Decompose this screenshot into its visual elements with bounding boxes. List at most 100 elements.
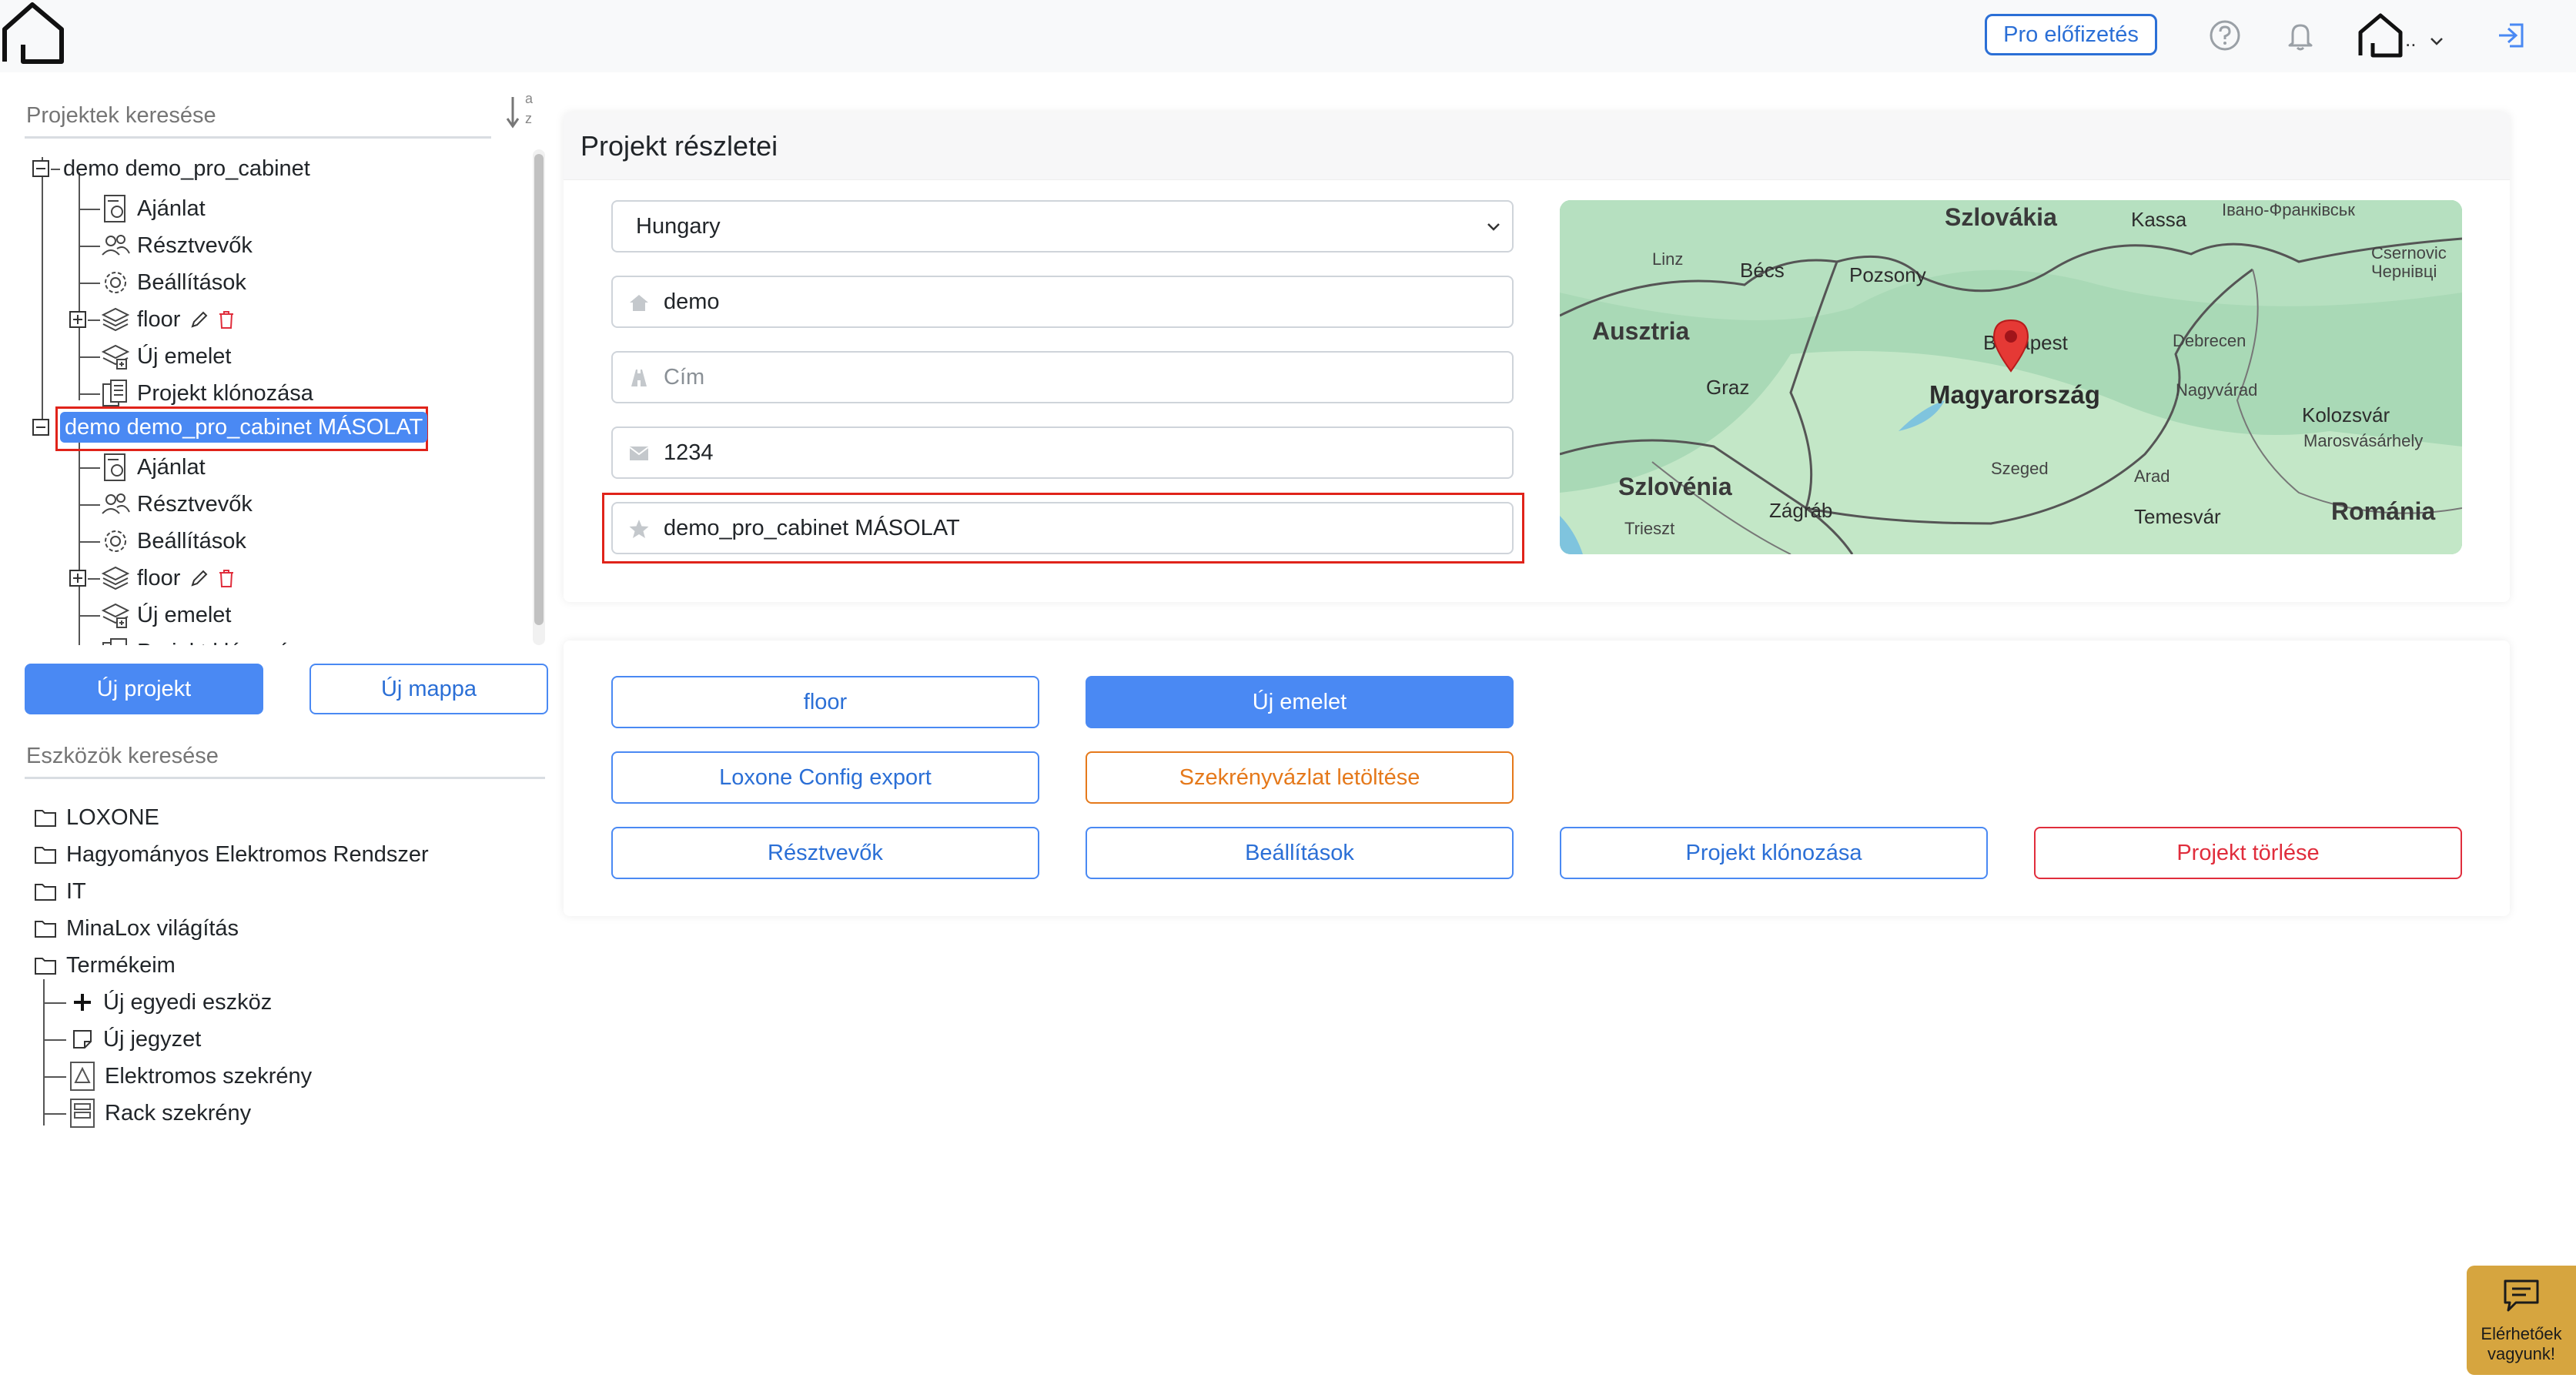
tree-participants-2[interactable]: Résztvevők xyxy=(100,489,253,520)
map-label-slovenia: Szlovénia xyxy=(1618,473,1732,500)
folder-my-products[interactable]: Termékeim xyxy=(34,950,176,981)
pro-subscription-button[interactable]: Pro előfizetés xyxy=(1985,14,2157,55)
home-icon xyxy=(630,295,648,311)
location-map[interactable]: Szlovákia Kassa Івано-Франківськ Linz Bé… xyxy=(1560,200,2462,554)
tree-project-1[interactable]: demo demo_pro_cabinet xyxy=(63,153,310,184)
new-floor-label: Új emelet xyxy=(137,603,232,627)
map-label-kassa: Kassa xyxy=(2131,208,2187,231)
tree-new-floor-2[interactable]: Új emelet xyxy=(100,600,232,630)
folder-icon xyxy=(35,884,56,901)
edit-pencil-icon[interactable] xyxy=(189,309,209,329)
country-select[interactable]: Hungary xyxy=(611,200,1514,253)
participants-label: Résztvevők xyxy=(137,233,253,258)
project-tree[interactable]: demo demo_pro_cabinet Ajánlat Résztvevők… xyxy=(25,149,545,645)
map-label-austria: Ausztria xyxy=(1592,317,1690,345)
gear-icon xyxy=(105,530,126,552)
new-device-label: Új egyedi eszköz xyxy=(103,990,273,1015)
project-name-field[interactable]: demo_pro_cabinet MÁSOLAT xyxy=(611,502,1514,554)
notification-bell-icon[interactable] xyxy=(2283,18,2317,52)
zip-value: 1234 xyxy=(664,440,714,465)
folder-icon xyxy=(35,810,56,827)
user-name-text: .. xyxy=(2405,28,2417,51)
map-label-csernovic: Csernovic xyxy=(2371,243,2447,263)
tree-clone-2[interactable]: Projekt klónozása xyxy=(100,637,313,645)
tree-project-2[interactable]: demo demo_pro_cabinet MÁSOLAT xyxy=(60,412,428,443)
clone-label: Projekt klónozása xyxy=(137,381,313,406)
edit-pencil-icon[interactable] xyxy=(189,568,209,588)
offer-document-icon xyxy=(104,195,125,222)
tree-settings-1[interactable]: Beállítások xyxy=(100,267,246,298)
users-icon xyxy=(102,493,130,514)
new-floor-button[interactable]: Új emelet xyxy=(1086,676,1514,728)
offer-document-icon xyxy=(104,453,125,481)
logout-icon[interactable] xyxy=(2494,18,2528,52)
address-field[interactable]: Cím xyxy=(611,351,1514,403)
add-layer-icon xyxy=(101,603,130,628)
tree-floor-2[interactable]: floor xyxy=(100,563,236,594)
chevron-down-icon xyxy=(1487,223,1500,231)
map-label-becs: Bécs xyxy=(1740,259,1785,282)
cabinet-sketch-download-button[interactable]: Szekrényvázlat letöltése xyxy=(1086,751,1514,804)
delete-project-button[interactable]: Projekt törlése xyxy=(2034,827,2462,879)
tree-new-floor-1[interactable]: Új emelet xyxy=(100,341,232,372)
tools-search-input[interactable] xyxy=(25,736,545,779)
rack-cabinet[interactable]: Rack szekrény xyxy=(68,1098,251,1129)
participants-label: Résztvevők xyxy=(137,492,253,517)
electric-cabinet[interactable]: Elektromos szekrény xyxy=(68,1061,312,1092)
tree-clone-1[interactable]: Projekt klónozása xyxy=(100,378,313,409)
expand-toggle-icon[interactable] xyxy=(69,570,86,587)
home-logo-icon[interactable] xyxy=(0,0,66,68)
country-value: Hungary xyxy=(636,214,721,239)
collapse-toggle-icon[interactable] xyxy=(32,419,49,436)
tree-offer-2[interactable]: Ajánlat xyxy=(100,452,206,483)
folder-minalox[interactable]: MinaLox világítás xyxy=(34,913,239,944)
settings-button[interactable]: Beállítások xyxy=(1086,827,1514,879)
map-label-szeged: Szeged xyxy=(1991,459,2049,478)
layers-icon xyxy=(101,566,130,590)
add-layer-icon xyxy=(101,344,130,370)
tree-participants-1[interactable]: Résztvevők xyxy=(100,230,253,261)
tree-floor-1[interactable]: floor xyxy=(100,304,236,335)
clone-label: Projekt klónozása xyxy=(137,637,313,645)
tree-scrollbar-thumb[interactable] xyxy=(534,154,544,625)
tree-settings-2[interactable]: Beállítások xyxy=(100,526,246,557)
new-folder-button[interactable]: Új mappa xyxy=(309,664,548,714)
tree-offer-1[interactable]: Ajánlat xyxy=(100,193,206,224)
loxone-config-export-button[interactable]: Loxone Config export xyxy=(611,751,1039,804)
floor-label: floor xyxy=(137,307,181,332)
note-icon xyxy=(73,1030,92,1049)
folder-label: Hagyományos Elektromos Rendszer xyxy=(66,842,429,867)
offer-label: Ajánlat xyxy=(137,196,206,221)
city-field[interactable]: demo xyxy=(611,276,1514,328)
folder-loxone[interactable]: LOXONE xyxy=(34,802,159,833)
new-project-button[interactable]: Új projekt xyxy=(25,664,263,714)
collapse-toggle-icon[interactable] xyxy=(32,160,49,177)
folder-traditional-electric[interactable]: Hagyományos Elektromos Rendszer xyxy=(34,839,429,870)
map-label-marosvasarhely: Marosvásárhely xyxy=(2303,431,2424,450)
rack-cabinet-icon xyxy=(70,1099,95,1128)
participants-button[interactable]: Résztvevők xyxy=(611,827,1039,879)
folder-label: IT xyxy=(66,879,86,904)
user-menu[interactable]: .. xyxy=(2356,11,2448,62)
gear-icon xyxy=(105,272,126,293)
trash-icon[interactable] xyxy=(217,568,236,588)
expand-toggle-icon[interactable] xyxy=(69,311,86,328)
floor-button[interactable]: floor xyxy=(611,676,1039,728)
map-label-linz: Linz xyxy=(1652,249,1684,269)
chat-widget[interactable]: Elérhetőek vagyunk! xyxy=(2467,1266,2576,1375)
map-label-graz: Graz xyxy=(1706,376,1750,399)
map-pin-icon[interactable] xyxy=(1991,319,2031,373)
settings-label: Beállítások xyxy=(137,529,246,554)
new-custom-device[interactable]: Új egyedi eszköz xyxy=(71,987,272,1018)
chat-bubble-icon xyxy=(2504,1279,2539,1312)
help-icon[interactable] xyxy=(2208,18,2242,52)
envelope-icon xyxy=(629,447,649,460)
project-search-input[interactable] xyxy=(25,95,491,139)
zip-field[interactable]: 1234 xyxy=(611,426,1514,479)
folder-it[interactable]: IT xyxy=(34,876,86,907)
clone-project-button[interactable]: Projekt klónozása xyxy=(1560,827,1988,879)
chat-line-2: vagyunk! xyxy=(2487,1344,2556,1363)
trash-icon[interactable] xyxy=(217,309,236,329)
sort-alpha-icon[interactable]: a z xyxy=(505,91,539,132)
new-note[interactable]: Új jegyzet xyxy=(71,1024,201,1055)
